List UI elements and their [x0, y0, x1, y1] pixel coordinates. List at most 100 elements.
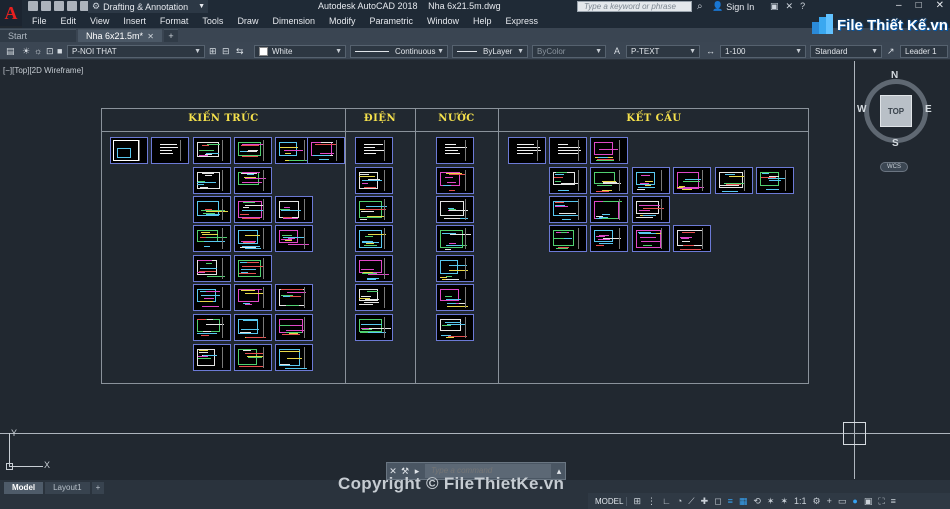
linetype-dropdown[interactable]: Continuous ▼	[350, 45, 448, 58]
autocad-logo-icon[interactable]: A	[0, 0, 22, 26]
customization-icon[interactable]: ≡	[891, 496, 896, 506]
annotation-monitor-icon[interactable]: +	[827, 496, 832, 506]
layer-previous-icon[interactable]: ⇆	[236, 46, 244, 57]
match-layer-icon[interactable]: ⊟	[222, 46, 230, 57]
tab-model[interactable]: Model	[4, 482, 44, 494]
new-tab-button[interactable]: +	[164, 29, 178, 42]
exchange-icon[interactable]: ✕	[786, 1, 794, 12]
compass-east[interactable]: E	[925, 104, 932, 115]
drawing-sheet-thumbnail[interactable]	[436, 284, 474, 311]
drawing-sheet-thumbnail[interactable]	[234, 167, 272, 194]
sign-in-button[interactable]: 👤 Sign In	[712, 1, 754, 12]
drawing-area[interactable]: [−][Top][2D Wireframe] KIẾN TRÚC ĐIỆN NƯ…	[0, 61, 950, 479]
drawing-sheet-thumbnail[interactable]	[355, 167, 393, 194]
drawing-sheet-thumbnail[interactable]	[355, 196, 393, 223]
drawing-sheet-thumbnail[interactable]	[436, 137, 474, 164]
drawing-sheet-thumbnail[interactable]	[275, 196, 313, 223]
menu-parametric[interactable]: Parametric	[363, 16, 421, 26]
drawing-sheet-thumbnail[interactable]	[307, 137, 345, 164]
annotation-visibility-icon[interactable]: ✶	[767, 496, 775, 507]
drawing-sheet-thumbnail[interactable]	[436, 255, 474, 282]
drawing-sheet-thumbnail[interactable]	[436, 314, 474, 341]
grid-icon[interactable]: ⊞	[633, 496, 641, 507]
workspace-selector[interactable]: ⚙ Drafting & Annotation ▼	[88, 0, 208, 13]
drawing-sheet-thumbnail[interactable]	[193, 167, 231, 194]
menu-window[interactable]: Window	[420, 16, 466, 26]
drawing-sheet-thumbnail[interactable]	[436, 225, 474, 252]
compass-south[interactable]: S	[892, 138, 899, 149]
wcs-menu-button[interactable]: WCS	[880, 162, 908, 172]
drawing-sheet-thumbnail[interactable]	[632, 225, 670, 252]
auto-scale-icon[interactable]: ✶	[780, 496, 788, 507]
drawing-sheet-thumbnail[interactable]	[234, 137, 272, 164]
ortho-icon[interactable]: ∟	[662, 496, 671, 506]
clean-screen-icon[interactable]: ⛶	[878, 496, 884, 507]
plotstyle-dropdown[interactable]: ByColor ▼	[532, 45, 606, 58]
drawing-sheet-thumbnail[interactable]	[549, 137, 587, 164]
menu-file[interactable]: File	[22, 16, 54, 26]
polar-icon[interactable]: ◔	[677, 496, 682, 506]
drawing-sheet-thumbnail[interactable]	[234, 284, 272, 311]
drawing-sheet-thumbnail[interactable]	[715, 167, 753, 194]
minimize-icon[interactable]: –	[896, 0, 902, 11]
help-icon[interactable]: ?	[800, 1, 805, 12]
lineweight-dropdown[interactable]: ByLayer ▼	[452, 45, 528, 58]
lightbulb-icon[interactable]: ☀	[22, 46, 30, 57]
maximize-icon[interactable]: □	[916, 0, 922, 11]
menu-help[interactable]: Help	[466, 16, 499, 26]
menu-view[interactable]: View	[83, 16, 116, 26]
model-space-toggle[interactable]: MODEL	[592, 496, 628, 506]
save-as-icon[interactable]	[67, 1, 77, 11]
drawing-sheet-thumbnail[interactable]	[549, 225, 587, 252]
cart-icon[interactable]: ▣	[770, 1, 779, 12]
drawing-sheet-thumbnail[interactable]	[234, 314, 272, 341]
menu-edit[interactable]: Edit	[54, 16, 84, 26]
viewport-controls[interactable]: [−][Top][2D Wireframe]	[3, 66, 83, 75]
object-snap-icon[interactable]: ◻	[714, 496, 721, 507]
save-icon[interactable]	[54, 1, 64, 11]
multileader-style-icon[interactable]: ↗	[887, 46, 895, 57]
drawing-sheet-thumbnail[interactable]	[193, 137, 231, 164]
drawing-sheet-thumbnail[interactable]	[355, 255, 393, 282]
drawing-sheet-thumbnail[interactable]	[275, 225, 313, 252]
selection-cycling-icon[interactable]: ⟲	[753, 496, 761, 507]
drawing-sheet-thumbnail[interactable]	[436, 167, 474, 194]
drawing-sheet-thumbnail[interactable]	[549, 196, 587, 223]
make-current-icon[interactable]: ⊞	[209, 46, 217, 57]
drawing-sheet-thumbnail[interactable]	[436, 196, 474, 223]
isolate-objects-icon[interactable]: ●	[852, 496, 857, 506]
object-snap-tracking-icon[interactable]: ✚	[701, 496, 709, 507]
annotation-scale[interactable]: 1:1	[794, 496, 807, 506]
drawing-sheet-thumbnail[interactable]	[590, 137, 628, 164]
drawing-sheet-thumbnail[interactable]	[549, 167, 587, 194]
dimension-style-icon[interactable]: ↔	[706, 46, 715, 56]
drawing-sheet-thumbnail[interactable]	[234, 196, 272, 223]
units-icon[interactable]: ▭	[838, 496, 847, 507]
tab-layout1[interactable]: Layout1	[45, 482, 90, 494]
drawing-sheet-thumbnail[interactable]	[590, 225, 628, 252]
drawing-sheet-thumbnail[interactable]	[590, 167, 628, 194]
menu-modify[interactable]: Modify	[322, 16, 363, 26]
workspace-switch-icon[interactable]: ⚙	[813, 496, 821, 507]
new-layout-button[interactable]: +	[91, 482, 105, 494]
table-style-dropdown[interactable]: Standard ▼	[810, 45, 882, 58]
drawing-sheet-thumbnail[interactable]	[632, 167, 670, 194]
drawing-sheet-thumbnail[interactable]	[632, 196, 670, 223]
drawing-sheet-thumbnail[interactable]	[234, 344, 272, 371]
drawing-sheet-thumbnail[interactable]	[151, 137, 189, 164]
layer-properties-icon[interactable]: ▤	[6, 46, 15, 57]
close-icon[interactable]: ✕	[936, 0, 944, 11]
viewcube[interactable]: TOP N S E W	[857, 70, 932, 149]
compass-west[interactable]: W	[857, 104, 866, 115]
color-dropdown[interactable]: White ▼	[254, 45, 346, 58]
drawing-sheet-thumbnail[interactable]	[355, 314, 393, 341]
drawing-sheet-thumbnail[interactable]	[275, 314, 313, 341]
viewcube-top-face[interactable]: TOP	[880, 95, 912, 127]
snap-icon[interactable]: ⋮	[647, 496, 656, 507]
drawing-sheet-thumbnail[interactable]	[355, 225, 393, 252]
drawing-sheet-thumbnail[interactable]	[193, 344, 231, 371]
menu-express[interactable]: Express	[499, 16, 546, 26]
menu-draw[interactable]: Draw	[230, 16, 265, 26]
drawing-sheet-thumbnail[interactable]	[234, 225, 272, 252]
drawing-sheet-thumbnail[interactable]	[110, 137, 148, 164]
